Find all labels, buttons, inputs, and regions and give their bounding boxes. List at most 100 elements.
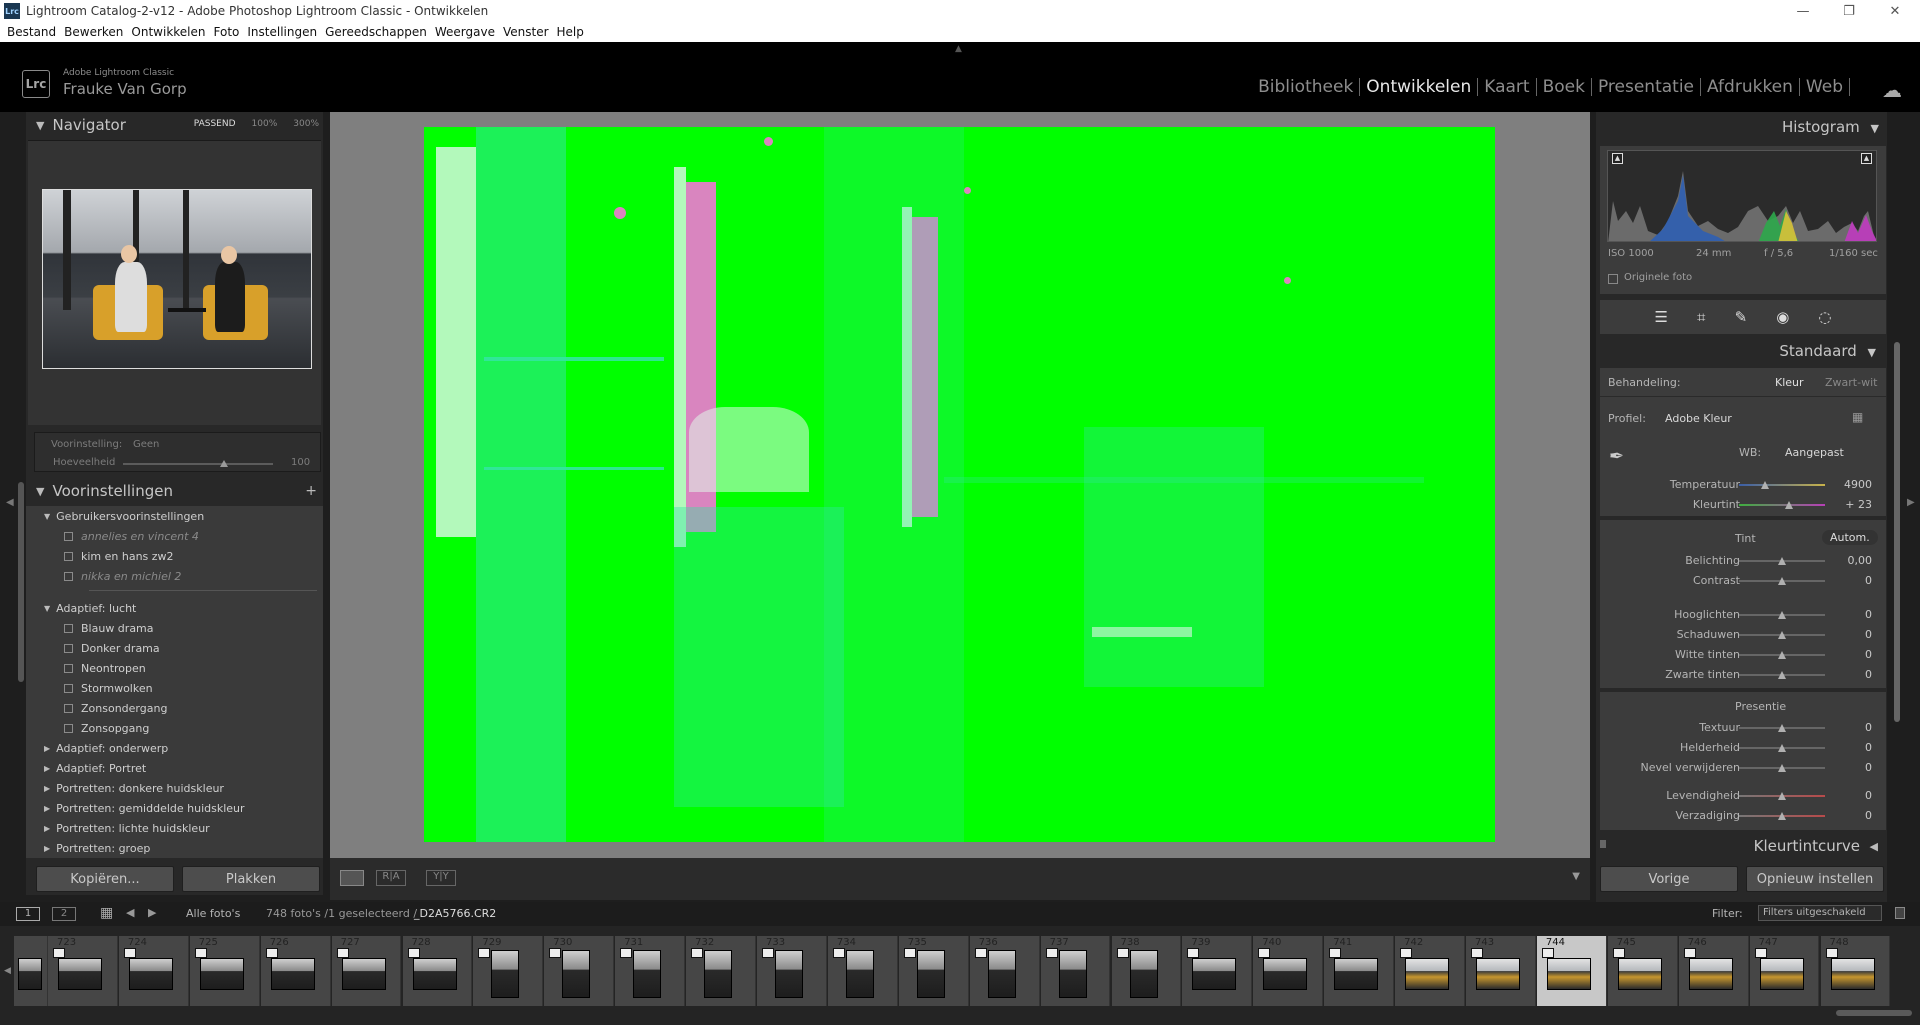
menu-gereedschappen[interactable]: Gereedschappen	[325, 25, 427, 39]
cloud-icon[interactable]: ☁	[1882, 78, 1902, 102]
film-left-arrow-icon[interactable]: ◀	[4, 966, 11, 976]
forward-arrow-icon[interactable]: ▶	[148, 906, 156, 919]
minimize-icon[interactable]: —	[1780, 0, 1826, 22]
presets-header[interactable]: ▼ Voorinstellingen	[26, 478, 323, 504]
film-cell[interactable]: 732	[686, 936, 756, 1006]
slider-knob[interactable]	[1778, 812, 1786, 820]
edit-sliders-icon[interactable]: ☰	[1655, 308, 1668, 326]
profile-select[interactable]: Adobe Kleur	[1665, 412, 1732, 425]
film-cell[interactable]: 726	[260, 936, 331, 1006]
film-cell[interactable]: 733	[757, 936, 827, 1006]
preset-item[interactable]: annelies en vincent 4	[26, 526, 323, 546]
slider-value[interactable]: 0	[1840, 574, 1872, 587]
healing-icon[interactable]: ✎	[1735, 308, 1748, 326]
amount-slider-knob[interactable]	[220, 460, 228, 467]
film-cell[interactable]: 725	[189, 936, 260, 1006]
toolbar-menu-icon[interactable]: ▼	[1572, 871, 1580, 882]
screen2-button[interactable]: 2	[52, 907, 76, 921]
preset-group[interactable]: ▶ Portretten: lichte huidskleur	[26, 818, 323, 838]
tonecurve-header[interactable]: Kleurtintcurve ◀	[1600, 836, 1886, 858]
film-cell[interactable]: 737	[1040, 936, 1111, 1006]
basic-header[interactable]: Standaard ▼	[1600, 342, 1886, 360]
slider-knob[interactable]	[1778, 792, 1786, 800]
film-cell[interactable]: 730	[544, 936, 615, 1006]
slider-value[interactable]: 0	[1840, 809, 1872, 822]
before-after-icon[interactable]: R|A	[376, 870, 406, 886]
zoom-100[interactable]: 100%	[252, 119, 278, 129]
film-cell[interactable]: 739	[1182, 936, 1253, 1006]
film-cell[interactable]: 743	[1466, 936, 1536, 1006]
filter-select[interactable]: Filters uitgeschakeld	[1758, 905, 1882, 921]
auto-tone-button[interactable]: Autom.	[1822, 530, 1878, 545]
left-collapse-icon[interactable]: ◀	[6, 497, 14, 508]
slider-knob[interactable]	[1760, 481, 1769, 489]
slider-knob[interactable]	[1778, 744, 1786, 752]
histogram-graph[interactable]: ▲ ▲	[1607, 150, 1877, 242]
yy-compare-icon[interactable]: Y|Y	[426, 870, 456, 886]
slider-knob[interactable]	[1778, 764, 1786, 772]
slider-knob[interactable]	[1778, 611, 1786, 619]
module-web[interactable]: Web	[1800, 77, 1849, 97]
shadow-clip-icon[interactable]: ▲	[1612, 153, 1623, 164]
slider-value[interactable]: 4900	[1840, 478, 1872, 491]
film-cell[interactable]: 747	[1749, 936, 1820, 1006]
red-eye-icon[interactable]: ◉	[1776, 308, 1789, 326]
menu-ontwikkelen[interactable]: Ontwikkelen	[131, 25, 205, 39]
masking-icon[interactable]: ◌	[1818, 308, 1831, 326]
crop-icon[interactable]: ⌗	[1697, 308, 1705, 326]
preset-item[interactable]: Neontropen	[26, 658, 323, 678]
film-cell[interactable]: 728	[402, 936, 473, 1006]
film-cell[interactable]: 745	[1607, 936, 1678, 1006]
slider-value[interactable]: 0	[1840, 721, 1872, 734]
film-cell[interactable]: 735	[898, 936, 969, 1006]
right-collapse-icon[interactable]: ▶	[1907, 497, 1915, 508]
slider-value[interactable]: 0	[1840, 741, 1872, 754]
navigator-thumbnail[interactable]	[42, 189, 312, 369]
film-cell[interactable]: 746	[1678, 936, 1749, 1006]
menu-instellingen[interactable]: Instellingen	[247, 25, 317, 39]
slider-value[interactable]: 0	[1840, 628, 1872, 641]
slider-knob[interactable]	[1778, 724, 1786, 732]
preset-item[interactable]: Zonsondergang	[26, 698, 323, 718]
paste-button[interactable]: Plakken	[182, 866, 320, 892]
collapse-top-icon[interactable]: ▲	[955, 44, 962, 54]
preset-item[interactable]: kim en hans zw2	[26, 546, 323, 566]
right-scrollbar[interactable]	[1894, 342, 1900, 722]
screen1-button[interactable]: 1	[16, 907, 40, 921]
preset-item[interactable]: nikka en michiel 2	[26, 566, 323, 586]
menu-bestand[interactable]: Bestand	[7, 25, 56, 39]
slider-track[interactable]	[1739, 484, 1825, 486]
preset-item[interactable]: Donker drama	[26, 638, 323, 658]
slider-knob[interactable]	[1778, 577, 1786, 585]
amount-slider[interactable]	[123, 463, 273, 465]
preset-group[interactable]: ▶ Adaptief: onderwerp	[26, 738, 323, 758]
left-scrollbar[interactable]	[18, 482, 24, 682]
preset-group[interactable]: ▶ Adaptief: Portret	[26, 758, 323, 778]
slider-value[interactable]: 0	[1840, 789, 1872, 802]
preset-group[interactable]: ▶ Portretten: donkere huidskleur	[26, 778, 323, 798]
preset-item[interactable]: Zonsopgang	[26, 718, 323, 738]
film-cell[interactable]: 724	[118, 936, 189, 1006]
filter-lock-icon[interactable]	[1895, 907, 1905, 919]
module-boek[interactable]: Boek	[1537, 77, 1591, 97]
reset-button[interactable]: Opnieuw instellen	[1746, 866, 1884, 892]
film-cell[interactable]: 742	[1395, 936, 1465, 1006]
slider-value[interactable]: 0,00	[1840, 554, 1873, 567]
main-photo[interactable]	[424, 127, 1495, 842]
menu-weergave[interactable]: Weergave	[435, 25, 495, 39]
film-cell[interactable]: 744	[1536, 936, 1607, 1006]
film-cell[interactable]: 736	[969, 936, 1040, 1006]
grid-icon[interactable]: ▦	[100, 905, 113, 921]
slider-knob[interactable]	[1778, 557, 1786, 565]
film-cell[interactable]	[14, 936, 48, 1006]
slider-track[interactable]	[1739, 504, 1825, 506]
add-preset-icon[interactable]: +	[305, 483, 317, 499]
film-cell[interactable]: 738	[1111, 936, 1182, 1006]
preset-item[interactable]: Blauw drama	[26, 618, 323, 638]
profile-browser-icon[interactable]: ▦	[1852, 410, 1870, 426]
slider-value[interactable]: 0	[1840, 648, 1872, 661]
module-ontwikkelen[interactable]: Ontwikkelen	[1360, 77, 1477, 97]
wb-select[interactable]: Aangepast	[1785, 446, 1844, 459]
close-icon[interactable]: ✕	[1872, 0, 1918, 22]
film-cell[interactable]: 731	[615, 936, 686, 1006]
